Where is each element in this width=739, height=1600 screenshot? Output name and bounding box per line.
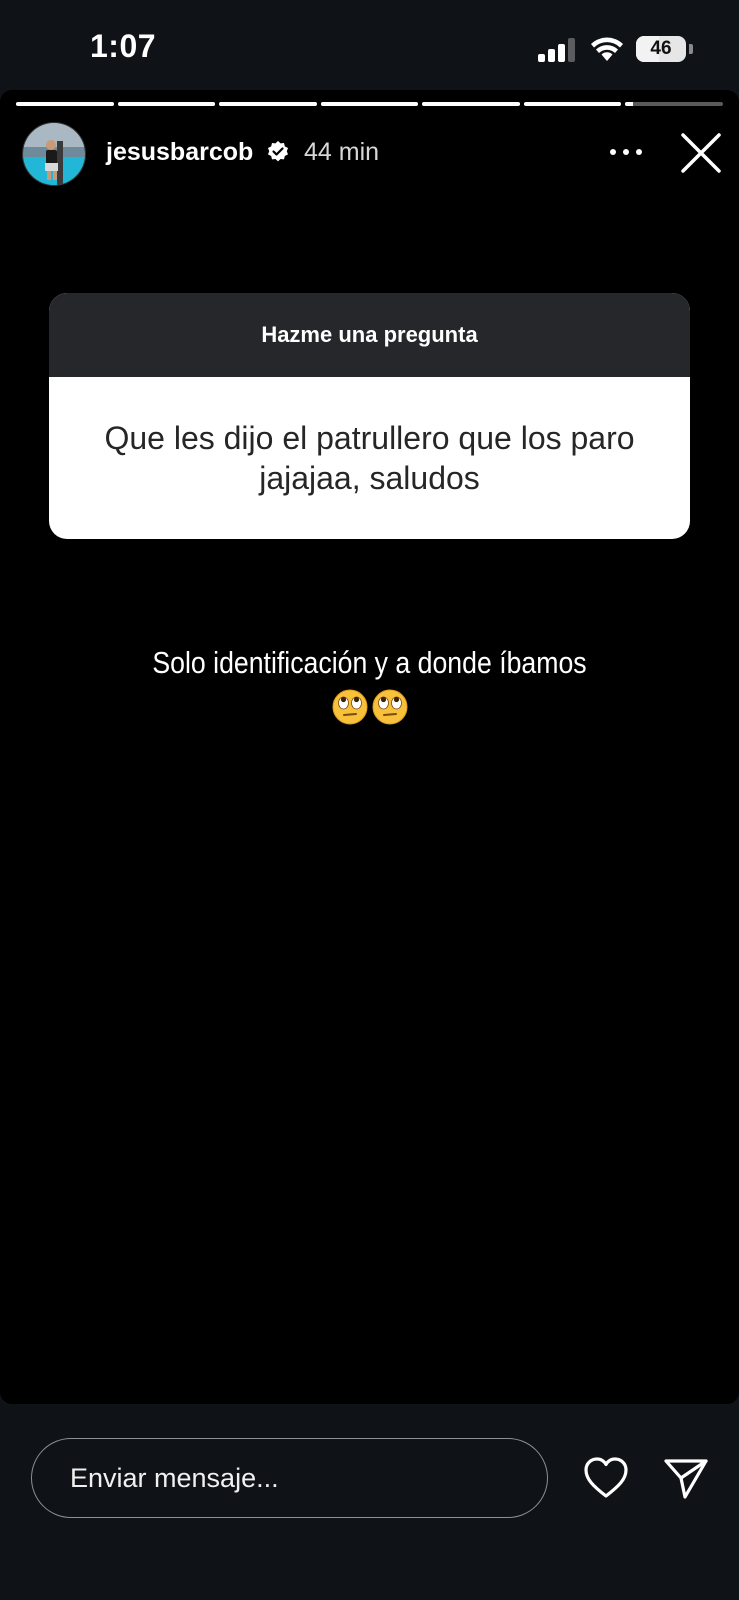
story-progress-fill xyxy=(117,102,216,106)
send-icon[interactable] xyxy=(663,1456,709,1500)
wifi-icon xyxy=(591,37,623,61)
question-sticker-body: Que les dijo el patrullero que los paro … xyxy=(49,377,690,539)
battery-tip xyxy=(689,44,693,54)
eye-roll-emoji-icon xyxy=(332,689,368,725)
story-username[interactable]: jesusbarcob xyxy=(106,138,253,167)
battery-indicator: 46 xyxy=(636,36,686,62)
message-input[interactable] xyxy=(31,1438,548,1518)
status-time: 1:07 xyxy=(90,28,157,64)
eye-roll-emoji-icon xyxy=(372,689,408,725)
story-progress-fill xyxy=(16,102,114,106)
story-progress-fill xyxy=(625,102,634,106)
question-text: Que les dijo el patrullero que los paro … xyxy=(104,420,635,496)
story-progress-segment xyxy=(320,102,419,106)
more-dots-icon[interactable] xyxy=(606,140,646,164)
story-progress-segment xyxy=(117,102,216,106)
story-progress-segment xyxy=(523,102,622,106)
story-progress-fill xyxy=(523,102,622,106)
verified-badge-icon xyxy=(268,141,288,162)
story-progress-fill xyxy=(422,102,520,106)
avatar[interactable] xyxy=(22,122,86,186)
avatar-photo xyxy=(23,123,85,185)
story-progress-bar xyxy=(16,102,724,106)
status-bar: 1:07 46 xyxy=(0,0,739,90)
answer-emoji xyxy=(328,688,412,728)
heart-icon[interactable] xyxy=(583,1456,629,1500)
close-icon[interactable] xyxy=(678,132,724,174)
story-progress-segment xyxy=(219,102,317,106)
story-viewer[interactable]: jesusbarcob 44 min Hazme una pregunta Qu… xyxy=(0,90,739,1404)
story-progress-fill xyxy=(320,102,419,106)
battery-level: 46 xyxy=(650,38,672,59)
answer-text: Solo identificación y a donde íbamos xyxy=(152,645,587,680)
question-sticker: Hazme una pregunta Que les dijo el patru… xyxy=(49,293,690,539)
story-progress-segment xyxy=(625,102,724,106)
story-time-ago: 44 min xyxy=(304,138,380,166)
question-sticker-title: Hazme una pregunta xyxy=(49,293,690,377)
story-progress-segment xyxy=(422,102,520,106)
story-progress-segment xyxy=(16,102,114,106)
story-progress-fill xyxy=(219,102,317,106)
cellular-signal-icon xyxy=(538,38,575,62)
